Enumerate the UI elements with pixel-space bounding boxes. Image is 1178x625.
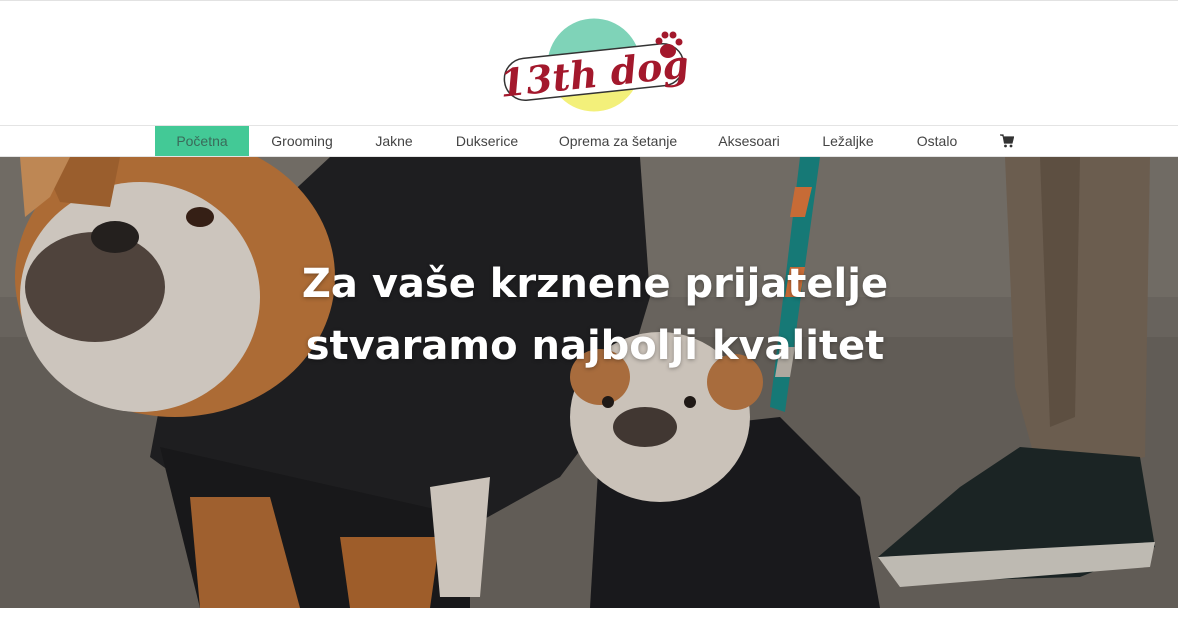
nav-item-oprema-za-setanje[interactable]: Oprema za šetanje [552, 126, 684, 156]
hero-image [0, 157, 1178, 608]
nav-item-dukserice[interactable]: Dukserice [447, 126, 527, 156]
site-header: 13th dog [0, 0, 1178, 126]
nav-item-grooming[interactable]: Grooming [262, 126, 342, 156]
hero-heading: Za vaše krznene prijatelje stvaramo najb… [260, 253, 930, 377]
hero-heading-line-2: stvaramo najbolji kvalitet [305, 323, 885, 369]
hero-heading-line-1: Za vaše krznene prijatelje [301, 261, 889, 307]
nav-item-aksesoari[interactable]: Aksesoari [709, 126, 789, 156]
brand-logo[interactable]: 13th dog [498, 15, 694, 117]
nav-item-lezaljke[interactable]: Ležaljke [814, 126, 882, 156]
main-navigation: Početna Grooming Jakne Dukserice Oprema … [0, 125, 1178, 157]
hero-banner: Za vaše krznene prijatelje stvaramo najb… [0, 157, 1178, 608]
shopping-cart-icon[interactable] [1000, 134, 1014, 148]
nav-item-ostalo[interactable]: Ostalo [907, 126, 967, 156]
page-bottom-strip [0, 608, 1178, 625]
nav-item-pocetna[interactable]: Početna [155, 126, 249, 156]
nav-item-jakne[interactable]: Jakne [366, 126, 422, 156]
